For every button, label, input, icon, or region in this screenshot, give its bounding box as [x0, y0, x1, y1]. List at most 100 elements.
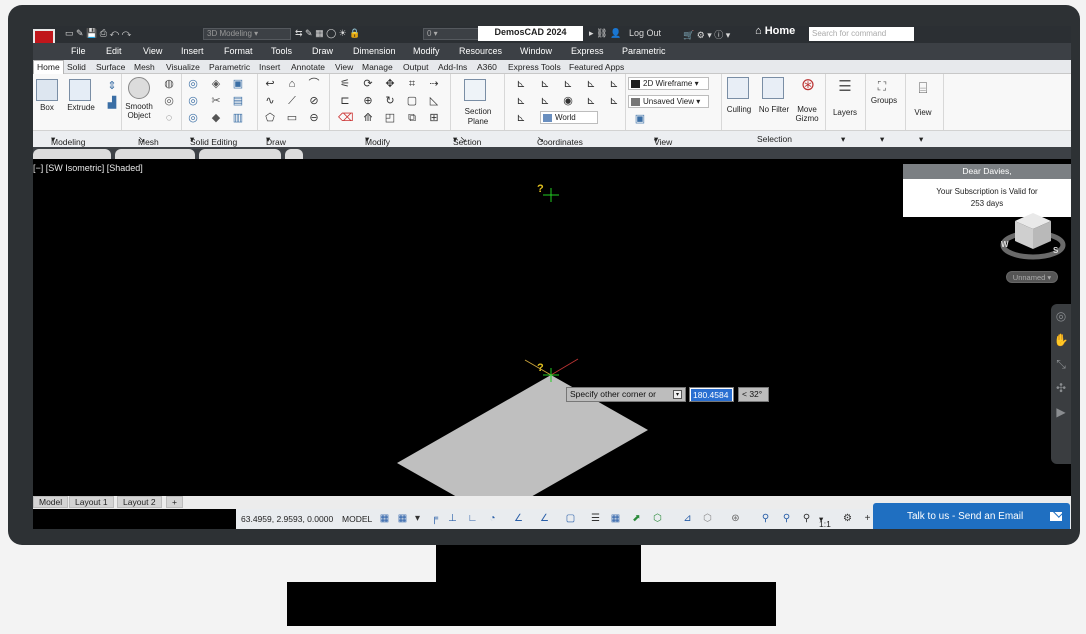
ellipse-icon[interactable]: ⊖ — [307, 111, 321, 125]
workspace-gear-icon[interactable]: ⚙ — [842, 513, 853, 524]
annotation-scale-icon[interactable]: ⚲ — [801, 513, 812, 524]
showmotion-icon[interactable]: ▶ — [1051, 400, 1071, 424]
steering-wheel-icon[interactable]: ◎ — [1051, 304, 1071, 328]
qat-icons[interactable]: ▭ ✎ 💾 ⎙ ↶ ↷ — [65, 28, 131, 40]
menu-insert[interactable]: Insert — [181, 46, 204, 56]
file-tab[interactable] — [115, 149, 195, 159]
shell-icon[interactable]: ▥ — [231, 111, 245, 125]
osnap-icon[interactable]: ∠ — [539, 513, 550, 524]
interfere-icon[interactable]: ✂ — [209, 94, 223, 108]
circle-icon[interactable]: ⊘ — [307, 94, 321, 108]
panel-modeling[interactable]: Modeling ▾ — [51, 134, 86, 147]
polyline-icon[interactable]: ⌂ — [285, 77, 299, 91]
tab-layout-2[interactable]: Layout 2 — [117, 496, 162, 508]
coordinates-readout[interactable]: 63.4959, 2.9593, 0.0000 — [241, 514, 333, 524]
menu-dimension[interactable]: Dimension — [353, 46, 396, 56]
ucs-x-icon[interactable]: ⊾ — [538, 77, 552, 91]
named-view-dropdown[interactable]: Unsaved View ▾ — [628, 95, 709, 108]
object-snap-tracking-icon[interactable]: ∠ — [513, 513, 524, 524]
annotation-monitor-icon[interactable]: + — [862, 513, 873, 524]
viewcube-icon[interactable]: W S — [995, 205, 1071, 263]
tab-surface[interactable]: Surface — [96, 62, 125, 72]
view-icon[interactable]: ⌸ — [915, 81, 931, 96]
ucs-origin-icon[interactable]: ⊾ — [514, 94, 528, 108]
view-expand-icon[interactable]: ▾ — [919, 134, 923, 145]
orbit-icon[interactable]: ✣ — [1051, 376, 1071, 400]
polar-icon[interactable]: ∟ — [467, 513, 478, 524]
menu-format[interactable]: Format — [224, 46, 253, 56]
selection-filter-icon[interactable]: ⬡ — [702, 513, 713, 524]
tab-express-tools[interactable]: Express Tools — [508, 62, 561, 72]
ucs-3point-icon[interactable]: ⊾ — [514, 111, 528, 125]
tab-home[interactable]: Home — [33, 60, 64, 74]
ucs-icon[interactable]: ⊾ — [514, 77, 528, 91]
panel-coordinates[interactable]: Coordinates ↘ — [537, 134, 583, 147]
polygon-icon[interactable]: ⬠ — [263, 111, 277, 125]
named-view-dropdown-viewport[interactable]: Unnamed ▾ — [1006, 271, 1058, 283]
email-support-button[interactable]: Talk to us - Send an Email — [873, 503, 1070, 529]
presspull-icon[interactable]: ⇕ — [105, 79, 119, 93]
selection-cycling-icon[interactable]: ⬈ — [631, 513, 642, 524]
tab-parametric[interactable]: Parametric — [209, 62, 250, 72]
tab-output[interactable]: Output — [403, 62, 429, 72]
menu-view[interactable]: View — [143, 46, 162, 56]
tab-featured-apps[interactable]: Featured Apps — [569, 62, 624, 72]
spline-icon[interactable]: ∿ — [263, 94, 277, 108]
logout-link[interactable]: Log Out — [629, 28, 661, 40]
array-icon[interactable]: ⇢ — [427, 77, 441, 91]
tab-solid[interactable]: Solid — [67, 62, 86, 72]
home-link[interactable]: ⌂ Home — [755, 26, 795, 37]
3d-object-snap-icon[interactable]: ⬡ — [652, 513, 663, 524]
dynamic-ucs-icon[interactable]: ⊿ — [682, 513, 693, 524]
tab-a360[interactable]: A360 — [477, 62, 497, 72]
panel-selection[interactable]: Selection — [757, 134, 792, 144]
grid-icon[interactable]: ▦ — [379, 513, 390, 524]
tab-model[interactable]: Model — [33, 496, 69, 508]
3d-align-icon[interactable]: ⟰ — [361, 111, 375, 125]
extrude-icon[interactable] — [69, 79, 91, 101]
ucs-z-icon[interactable]: ⊾ — [561, 77, 575, 91]
pan-icon[interactable]: ✋ — [1051, 328, 1071, 352]
menu-file[interactable]: File — [71, 46, 86, 56]
model-space-toggle[interactable]: MODEL — [342, 514, 372, 524]
helix-icon[interactable]: ⟋ — [285, 94, 299, 108]
tab-view[interactable]: View — [335, 62, 353, 72]
tab-visualize[interactable]: Visualize — [166, 62, 200, 72]
snap-dropdown-icon[interactable]: ▾ — [412, 513, 423, 524]
tab-add-ins[interactable]: Add-Ins — [438, 62, 467, 72]
panel-section[interactable]: Section ▾ ↘ — [453, 134, 481, 147]
groups-expand-icon[interactable]: ▾ — [880, 134, 884, 145]
snap-icon[interactable]: ▦ — [397, 513, 408, 524]
visual-style-dropdown[interactable]: 2D Wireframe ▾ — [628, 77, 709, 90]
mesh-smooth-icon[interactable]: ◍ — [162, 77, 176, 91]
mesh-refine-icon[interactable]: ◎ — [162, 94, 176, 108]
section-plane-icon[interactable] — [464, 79, 486, 101]
culling-icon[interactable] — [727, 77, 749, 99]
layers-expand-icon[interactable]: ▾ — [841, 134, 845, 145]
stretch-icon[interactable]: ◺ — [427, 94, 441, 108]
tab-mesh[interactable]: Mesh — [134, 62, 155, 72]
union-icon[interactable]: ◎ — [186, 77, 200, 91]
ortho-icon[interactable]: ⊥ — [447, 513, 458, 524]
extract-edges-icon[interactable]: ▣ — [231, 77, 245, 91]
3d-rotate-icon[interactable]: ⟳ — [361, 77, 375, 91]
3d-osnap-icon[interactable]: ▢ — [565, 513, 576, 524]
menu-parametric[interactable]: Parametric — [622, 46, 666, 56]
tab-annotate[interactable]: Annotate — [291, 62, 325, 72]
menu-resources[interactable]: Resources — [459, 46, 502, 56]
tab-insert[interactable]: Insert — [259, 62, 280, 72]
rectangle-icon[interactable]: ▭ — [285, 111, 299, 125]
gizmo-icon[interactable]: ⊛ — [730, 513, 741, 524]
menu-draw[interactable]: Draw — [312, 46, 333, 56]
menu-express[interactable]: Express — [571, 46, 604, 56]
chamfer-icon[interactable]: ▢ — [405, 94, 419, 108]
file-tab[interactable] — [33, 149, 111, 159]
viewport-config-icon[interactable]: ▣ — [633, 112, 647, 126]
polysolid-icon[interactable]: ▟ — [105, 96, 119, 110]
panel-mesh[interactable]: Mesh ↘ — [138, 134, 159, 147]
tab-manage[interactable]: Manage — [362, 62, 393, 72]
trim-icon[interactable]: ⚟ — [338, 77, 352, 91]
layers-icon[interactable]: ☰ — [837, 79, 853, 94]
ucs-face-icon[interactable]: ⊾ — [584, 94, 598, 108]
rotate-icon[interactable]: ↻ — [383, 94, 397, 108]
